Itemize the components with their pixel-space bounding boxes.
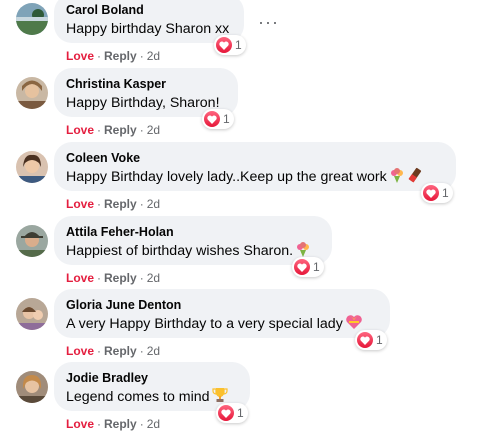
love-button[interactable]: Love	[66, 197, 94, 211]
reaction-badge[interactable]: 1	[202, 109, 234, 129]
reaction-badge[interactable]: 1	[214, 35, 246, 55]
comment-bubble: Carol Boland Happy birthday Sharon xx	[54, 0, 244, 43]
comment: Gloria June Denton A very Happy Birthday…	[0, 289, 498, 371]
chocolate-bar-icon	[407, 167, 423, 189]
comment-text: A very Happy Birthday to a very special …	[66, 314, 378, 336]
reaction-count: 1	[376, 333, 383, 347]
reaction-badge[interactable]: 1	[216, 403, 248, 423]
love-button[interactable]: Love	[66, 123, 94, 137]
comment-bubble: Gloria June Denton A very Happy Birthday…	[54, 289, 390, 338]
love-reaction-icon	[204, 111, 220, 127]
comment-actions: Love · Reply · 2d	[66, 271, 161, 285]
love-button[interactable]: Love	[66, 417, 94, 431]
reply-button[interactable]: Reply	[104, 344, 137, 358]
reaction-count: 1	[235, 38, 242, 52]
comment-text: Happy birthday Sharon xx	[66, 21, 230, 37]
comment: Coleen Voke Happy Birthday lovely lady..…	[0, 142, 498, 224]
reply-button[interactable]: Reply	[104, 197, 137, 211]
commenter-name[interactable]: Carol Boland	[66, 2, 232, 18]
comment-text: Happy Birthday lovely lady..Keep up the …	[66, 167, 444, 189]
love-button[interactable]: Love	[66, 344, 94, 358]
commenter-name[interactable]: Christina Kasper	[66, 76, 226, 92]
timestamp[interactable]: 2d	[147, 123, 160, 137]
commenter-name[interactable]: Jodie Bradley	[66, 370, 238, 386]
comment-bubble: Attila Feher-Holan Happiest of birthday …	[54, 216, 332, 265]
timestamp[interactable]: 2d	[147, 344, 160, 358]
reply-button[interactable]: Reply	[104, 49, 137, 63]
timestamp[interactable]: 2d	[147, 49, 160, 63]
reaction-badge[interactable]: 1	[355, 330, 387, 350]
love-reaction-icon	[357, 332, 373, 348]
reaction-count: 1	[237, 406, 244, 420]
reaction-count: 1	[442, 186, 449, 200]
love-reaction-icon	[423, 185, 439, 201]
avatar[interactable]	[16, 225, 48, 257]
love-button[interactable]: Love	[66, 49, 94, 63]
commenter-name[interactable]: Attila Feher-Holan	[66, 224, 320, 240]
love-reaction-icon	[218, 405, 234, 421]
comment-text: Happiest of birthday wishes Sharon.	[66, 241, 320, 263]
comment-bubble: Coleen Voke Happy Birthday lovely lady..…	[54, 142, 456, 191]
comment: Attila Feher-Holan Happiest of birthday …	[0, 216, 498, 298]
timestamp[interactable]: 2d	[147, 271, 160, 285]
avatar[interactable]	[16, 3, 48, 35]
avatar[interactable]	[16, 371, 48, 403]
avatar[interactable]	[16, 298, 48, 330]
comment-text: Legend comes to mind	[66, 387, 238, 409]
comment-actions: Love · Reply · 2d	[66, 197, 161, 211]
bouquet-icon	[389, 167, 405, 189]
comment-actions: Love · Reply · 2d	[66, 344, 161, 358]
comment-text: Happy Birthday, Sharon!	[66, 95, 220, 111]
reaction-count: 1	[223, 112, 230, 126]
love-reaction-icon	[216, 37, 232, 53]
more-options-icon[interactable]: ···	[258, 13, 279, 31]
comment-actions: Love · Reply · 2d	[66, 417, 161, 431]
comment: Christina Kasper Happy Birthday, Sharon!…	[0, 68, 498, 150]
commenter-name[interactable]: Gloria June Denton	[66, 297, 378, 313]
comment-actions: Love · Reply · 2d	[66, 123, 161, 137]
comment: Carol Boland Happy birthday Sharon xx 1 …	[0, 0, 498, 76]
timestamp[interactable]: 2d	[147, 197, 160, 211]
commenter-name[interactable]: Coleen Voke	[66, 150, 444, 166]
reaction-badge[interactable]: 1	[421, 183, 453, 203]
love-button[interactable]: Love	[66, 271, 94, 285]
reaction-count: 1	[313, 260, 320, 274]
reply-button[interactable]: Reply	[104, 123, 137, 137]
timestamp[interactable]: 2d	[147, 417, 160, 431]
avatar[interactable]	[16, 151, 48, 183]
comment-actions: Love · Reply · 2d	[66, 49, 161, 63]
reply-button[interactable]: Reply	[104, 417, 137, 431]
comment: Jodie Bradley Legend comes to mind 1 Lov…	[0, 362, 498, 444]
avatar[interactable]	[16, 77, 48, 109]
love-reaction-icon	[294, 259, 310, 275]
reaction-badge[interactable]: 1	[292, 257, 324, 277]
reply-button[interactable]: Reply	[104, 271, 137, 285]
